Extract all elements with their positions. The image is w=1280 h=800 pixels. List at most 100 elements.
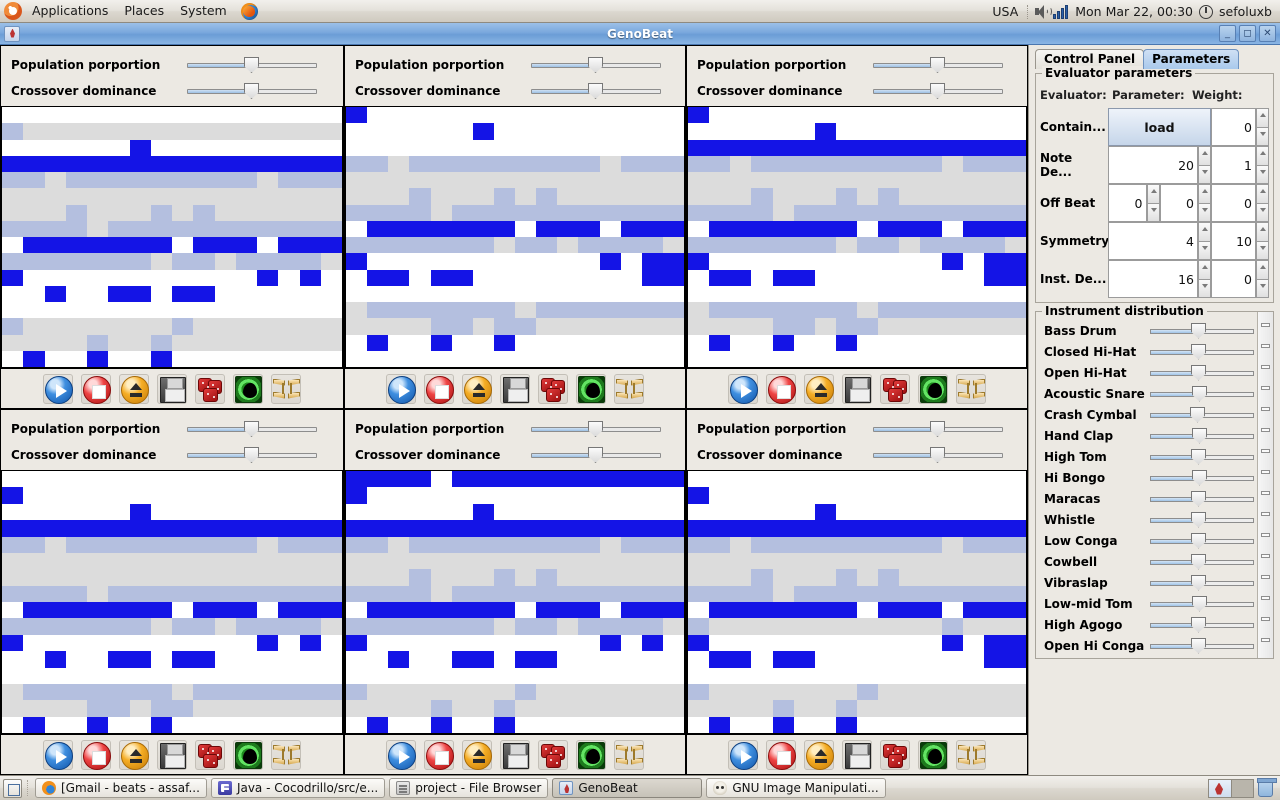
save-button[interactable] bbox=[157, 739, 187, 770]
beat-cell[interactable] bbox=[409, 237, 431, 254]
beat-cell[interactable] bbox=[430, 302, 452, 319]
beat-cell[interactable] bbox=[2, 334, 24, 351]
beat-cell[interactable] bbox=[835, 350, 857, 367]
beat-cell[interactable] bbox=[235, 188, 257, 205]
beat-cell[interactable] bbox=[878, 683, 900, 701]
beat-cell[interactable] bbox=[346, 503, 368, 521]
beat-cell[interactable] bbox=[299, 269, 321, 286]
beat-cell[interactable] bbox=[346, 318, 368, 335]
beat-cell[interactable] bbox=[688, 471, 710, 488]
beat-cell[interactable] bbox=[493, 220, 515, 237]
beat-cell[interactable] bbox=[451, 471, 473, 488]
beat-cell[interactable] bbox=[857, 618, 879, 635]
beat-cell[interactable] bbox=[688, 123, 710, 140]
beat-cell[interactable] bbox=[320, 155, 342, 172]
beat-cell[interactable] bbox=[835, 520, 857, 537]
beat-cell[interactable] bbox=[367, 667, 389, 684]
beat-cell[interactable] bbox=[214, 155, 236, 172]
beat-cell[interactable] bbox=[557, 618, 579, 635]
beat-cell[interactable] bbox=[599, 487, 621, 504]
beat-cell[interactable] bbox=[493, 651, 515, 668]
beat-cell[interactable] bbox=[257, 139, 279, 156]
beat-cell[interactable] bbox=[835, 285, 857, 302]
beat-cell[interactable] bbox=[23, 220, 45, 237]
beat-cell[interactable] bbox=[793, 107, 815, 124]
show-desktop-button[interactable] bbox=[3, 778, 22, 798]
beat-cell[interactable] bbox=[214, 220, 236, 237]
beat-cell[interactable] bbox=[299, 155, 321, 172]
beat-cell[interactable] bbox=[814, 700, 836, 717]
beat-cell[interactable] bbox=[299, 552, 321, 570]
beat-cell[interactable] bbox=[150, 253, 172, 270]
beat-cell[interactable] bbox=[1004, 107, 1026, 124]
beat-cell[interactable] bbox=[857, 188, 879, 205]
beat-cell[interactable] bbox=[814, 487, 836, 504]
beat-cell[interactable] bbox=[814, 253, 836, 270]
beat-cell[interactable] bbox=[472, 123, 494, 140]
eject-button[interactable] bbox=[119, 373, 149, 404]
beat-cell[interactable] bbox=[1004, 471, 1026, 488]
beat-cell[interactable] bbox=[641, 237, 663, 254]
beat-cell[interactable] bbox=[108, 139, 130, 156]
beat-cell[interactable] bbox=[793, 683, 815, 701]
beat-cell[interactable] bbox=[346, 487, 368, 504]
beat-cell[interactable] bbox=[751, 471, 773, 488]
beat-cell[interactable] bbox=[941, 285, 963, 302]
beat-cell[interactable] bbox=[730, 253, 752, 270]
beat-cell[interactable] bbox=[299, 667, 321, 684]
beat-cell[interactable] bbox=[515, 334, 537, 351]
beat-cell[interactable] bbox=[65, 172, 87, 189]
beat-cell[interactable] bbox=[193, 188, 215, 205]
beat-cell[interactable] bbox=[23, 651, 45, 668]
beat-cell[interactable] bbox=[641, 155, 663, 172]
beat-cell[interactable] bbox=[409, 204, 431, 221]
beat-cell[interactable] bbox=[599, 520, 621, 537]
beat-cell[interactable] bbox=[235, 667, 257, 684]
beat-cell[interactable] bbox=[814, 651, 836, 668]
beat-cell[interactable] bbox=[814, 503, 836, 521]
beat-cell[interactable] bbox=[620, 716, 642, 733]
beat-cell[interactable] bbox=[578, 253, 600, 270]
beat-cell[interactable] bbox=[2, 204, 24, 221]
beat-cell[interactable] bbox=[730, 139, 752, 156]
beat-cell[interactable] bbox=[814, 188, 836, 205]
beat-cell[interactable] bbox=[367, 602, 389, 619]
beat-cell[interactable] bbox=[346, 569, 368, 586]
beat-cell[interactable] bbox=[878, 471, 900, 488]
beat-cell[interactable] bbox=[899, 253, 921, 270]
beat-cell[interactable] bbox=[214, 139, 236, 156]
beat-cell[interactable] bbox=[129, 334, 151, 351]
beat-cell[interactable] bbox=[2, 107, 24, 124]
beat-cell[interactable] bbox=[857, 350, 879, 367]
beat-cell[interactable] bbox=[641, 204, 663, 221]
beat-cell[interactable] bbox=[1004, 253, 1026, 270]
beat-cell[interactable] bbox=[65, 651, 87, 668]
beat-cell[interactable] bbox=[920, 569, 942, 586]
beat-cell[interactable] bbox=[409, 569, 431, 586]
beat-cell[interactable] bbox=[620, 536, 642, 553]
beat-cell[interactable] bbox=[278, 552, 300, 570]
beat-cell[interactable] bbox=[172, 155, 194, 172]
beat-cell[interactable] bbox=[193, 253, 215, 270]
beat-cell[interactable] bbox=[557, 155, 579, 172]
beat-cell[interactable] bbox=[257, 123, 279, 140]
beat-cell[interactable] bbox=[472, 552, 494, 570]
beat-cell[interactable] bbox=[878, 269, 900, 286]
beat-cell[interactable] bbox=[941, 155, 963, 172]
beat-cell[interactable] bbox=[772, 536, 794, 553]
beat-cell[interactable] bbox=[814, 123, 836, 140]
beat-cell[interactable] bbox=[857, 552, 879, 570]
param-field[interactable]: 4 bbox=[1108, 222, 1198, 260]
beat-cell[interactable] bbox=[235, 634, 257, 652]
beat-cell[interactable] bbox=[108, 503, 130, 521]
beat-cell[interactable] bbox=[346, 683, 368, 701]
beat-cell[interactable] bbox=[44, 172, 66, 189]
beat-cell[interactable] bbox=[730, 350, 752, 367]
beat-cell[interactable] bbox=[65, 220, 87, 237]
beat-cell[interactable] bbox=[346, 204, 368, 221]
beat-cell[interactable] bbox=[278, 602, 300, 619]
beat-cell[interactable] bbox=[23, 487, 45, 504]
instrument-slider[interactable] bbox=[1150, 448, 1256, 466]
beat-cell[interactable] bbox=[662, 237, 684, 254]
beat-cell[interactable] bbox=[641, 269, 663, 286]
